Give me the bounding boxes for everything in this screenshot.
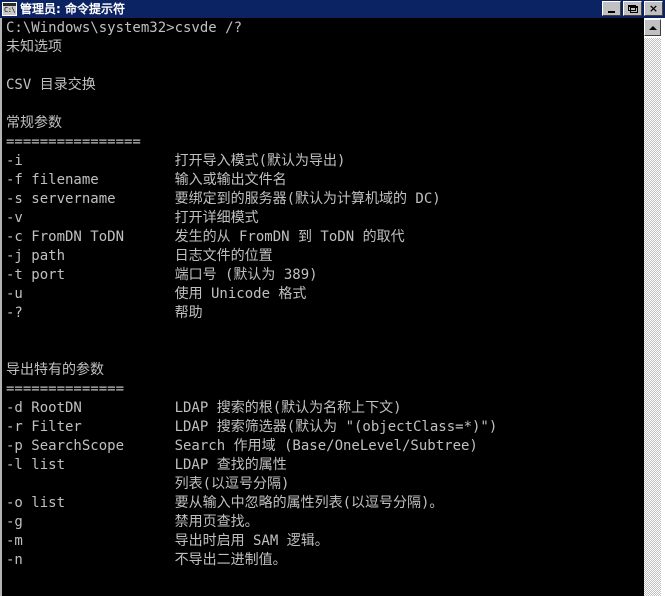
console-line: -? 帮助 <box>6 305 203 321</box>
console-line: -g 禁用页查找。 <box>6 514 259 530</box>
console-line: -t port 端口号 (默认为 389) <box>6 267 318 283</box>
console-line: 列表(以逗号分隔) <box>6 476 290 492</box>
console-line: -d RootDN LDAP 搜索的根(默认为名称上下文) <box>6 400 402 416</box>
console-line: -l list LDAP 查找的属性 <box>6 457 287 473</box>
console-line: -u 使用 Unicode 格式 <box>6 286 307 302</box>
scroll-up-button[interactable] <box>644 19 661 36</box>
console-line: 常规参数 <box>6 115 62 131</box>
console-line: -s servername 要绑定到的服务器(默认为计算机域的 DC) <box>6 191 441 207</box>
scroll-up-arrow-icon <box>648 25 657 30</box>
minimize-button[interactable] <box>602 1 621 16</box>
close-icon: × <box>648 2 659 15</box>
restore-icon <box>627 5 638 13</box>
window-controls: × <box>602 1 663 16</box>
console-line: -r Filter LDAP 搜索筛选器(默认为 "(objectClass=*… <box>6 419 498 435</box>
console-line: -m 导出时启用 SAM 逻辑。 <box>6 533 329 549</box>
console-icon-prompt: C:\ <box>4 6 16 14</box>
scrollbar-track[interactable] <box>644 38 661 596</box>
console-client-area[interactable]: C:\Windows\system32>csvde /? 未知选项 CSV 目录交换… <box>0 18 665 596</box>
console-line: 导出特有的参数 <box>6 362 104 378</box>
title-bar[interactable]: C:\ 管理员: 命令提示符 × <box>0 0 665 18</box>
console-line: 未知选项 <box>6 39 62 55</box>
console-line: ================ <box>6 134 141 150</box>
console-line: -c FromDN ToDN 发生的从 FromDN 到 ToDN 的取代 <box>6 229 405 245</box>
console-line: CSV 目录交换 <box>6 77 96 93</box>
scrollbar-edge <box>661 18 665 596</box>
window-title: 管理员: 命令提示符 <box>20 2 125 16</box>
console-line: -o list 要从输入中忽略的属性列表(以逗号分隔)。 <box>6 495 444 511</box>
console-line: -j path 日志文件的位置 <box>6 248 273 264</box>
console-line: -p SearchScope Search 作用域 (Base/OneLevel… <box>6 438 478 454</box>
console-line: -v 打开详细模式 <box>6 210 259 226</box>
restore-button[interactable] <box>623 1 642 16</box>
console-line: -i 打开导入模式(默认为导出) <box>6 153 346 169</box>
console-line: -f filename 输入或输出文件名 <box>6 172 287 188</box>
console-window: C:\ 管理员: 命令提示符 × C:\Windows\system32>csv… <box>0 0 665 596</box>
console-line: -n 不导出二进制值。 <box>6 552 287 568</box>
close-button[interactable]: × <box>644 1 663 16</box>
vertical-scrollbar[interactable] <box>644 18 665 596</box>
console-icon[interactable]: C:\ <box>2 2 17 16</box>
console-line: ============== <box>6 381 125 397</box>
console-output: C:\Windows\system32>csvde /? 未知选项 CSV 目录交换… <box>6 19 636 596</box>
console-line: C:\Windows\system32>csvde /? <box>6 20 243 36</box>
minimize-icon <box>608 10 615 13</box>
